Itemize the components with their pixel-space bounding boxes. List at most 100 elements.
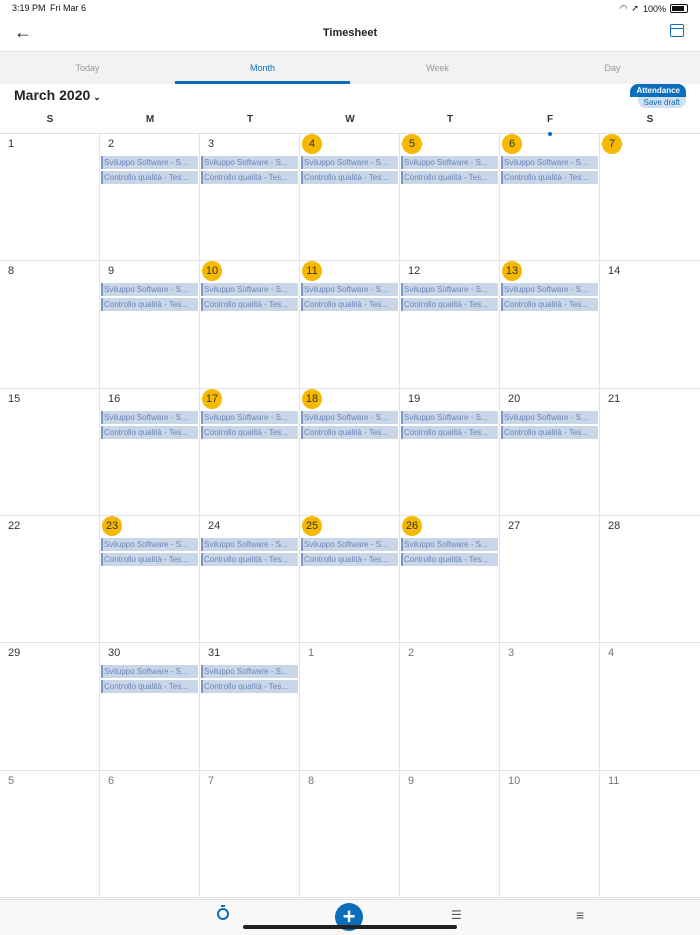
timesheet-entry[interactable]: Controllo qualità - Tes... xyxy=(101,552,198,566)
calendar-day-cell[interactable]: 1 xyxy=(0,134,100,261)
calendar-day-cell[interactable]: 3 xyxy=(500,643,600,770)
calendar-day-cell[interactable]: 7 xyxy=(600,134,700,260)
timesheet-entry[interactable]: Controllo qualità - Tes... xyxy=(301,425,398,439)
calendar-day-cell[interactable]: 21 xyxy=(600,389,700,515)
calendar-day-cell[interactable]: 17 Sviluppo Software - S... Controllo qual… xyxy=(200,388,300,515)
calendar-day-cell[interactable]: 27 xyxy=(500,515,600,643)
timesheet-entry[interactable]: Controllo qualità - Tes... xyxy=(101,171,198,184)
tab-month[interactable]: Month xyxy=(175,52,350,84)
calendar-day-cell[interactable]: 8 xyxy=(300,770,400,897)
tab-day[interactable]: Day xyxy=(525,52,700,84)
timesheet-entry[interactable]: Sviluppo Software - S... xyxy=(101,665,198,679)
timesheet-entry[interactable]: Sviluppo Software - S... xyxy=(201,156,298,169)
timesheet-entry[interactable]: Controllo qualità - Tes... xyxy=(501,425,598,439)
calendar-day-cell[interactable]: 16 Sviluppo Software - S... Controllo qual… xyxy=(100,388,200,515)
list-icon[interactable]: ☰ xyxy=(451,908,462,922)
calendar-day-cell[interactable]: 7 xyxy=(200,770,300,897)
timesheet-entry[interactable]: Sviluppo Software - S... xyxy=(101,537,198,551)
calendar-day-cell[interactable]: 12 Sviluppo Software - S... Controllo qual… xyxy=(400,261,500,388)
timesheet-entry[interactable]: Sviluppo Software - S... xyxy=(101,283,198,297)
calendar-day-cell[interactable]: 9 xyxy=(400,770,500,897)
calendar-day-cell[interactable]: 15 xyxy=(0,388,100,515)
timesheet-entry[interactable]: Sviluppo Software - S... xyxy=(201,537,298,551)
calendar-day-cell[interactable]: 2 xyxy=(400,643,500,770)
calendar-day-cell[interactable]: 5 Sviluppo Software - S... Controllo quali… xyxy=(400,134,500,261)
day-number: 11 xyxy=(608,774,620,787)
timesheet-entry[interactable]: Sviluppo Software - S... xyxy=(201,410,298,424)
timesheet-entry[interactable]: Controllo qualità - Tes... xyxy=(501,171,598,184)
timesheet-entry[interactable]: Controllo qualità - Tes... xyxy=(101,425,198,439)
timesheet-entry[interactable]: Controllo qualità - Tes... xyxy=(201,171,298,184)
calendar-day-cell[interactable]: 9 Sviluppo Software - S... Controllo quali… xyxy=(100,261,200,388)
calendar-day-cell[interactable]: 11 xyxy=(600,771,700,897)
calendar-day-cell[interactable]: 29 xyxy=(0,643,100,770)
timesheet-entry[interactable]: Controllo qualità - Tes... xyxy=(201,680,298,694)
calendar-day-cell[interactable]: 13 Sviluppo Software - S... Controllo qual… xyxy=(500,261,600,388)
attendance-badge[interactable]: Attendance xyxy=(630,84,686,97)
tab-today[interactable]: Today xyxy=(0,52,175,84)
calendar-day-cell[interactable]: 30 Sviluppo Software - S... Controllo qual… xyxy=(100,643,200,770)
timesheet-entry[interactable]: Sviluppo Software - S... xyxy=(501,283,598,297)
calendar-day-cell[interactable]: 4 Sviluppo Software - S... Controllo quali… xyxy=(300,134,400,261)
calendar-icon[interactable] xyxy=(670,24,684,37)
calendar-day-cell[interactable]: 6 xyxy=(100,770,200,897)
timesheet-entry[interactable]: Sviluppo Software - S... xyxy=(301,410,398,424)
timesheet-entry[interactable]: Sviluppo Software - S... xyxy=(401,283,498,297)
timesheet-entry[interactable]: Controllo qualità - Tes... xyxy=(401,171,498,184)
timesheet-entry[interactable]: Sviluppo Software - S... xyxy=(501,156,598,169)
timesheet-entry[interactable]: Sviluppo Software - S... xyxy=(201,283,298,297)
timesheet-entry[interactable]: Controllo qualità - Tes... xyxy=(401,298,498,312)
timesheet-entry[interactable]: Sviluppo Software - S... xyxy=(301,537,398,551)
timesheet-entry[interactable]: Controllo qualità - Tes... xyxy=(201,298,298,312)
calendar-day-cell[interactable]: 25 Sviluppo Software - S... Controllo qual… xyxy=(300,515,400,643)
calendar-day-cell[interactable]: 5 xyxy=(0,770,100,897)
day-number: 23 xyxy=(102,515,122,536)
stopwatch-icon[interactable] xyxy=(217,905,229,920)
timesheet-entry[interactable]: Sviluppo Software - S... xyxy=(401,410,498,424)
calendar-day-cell[interactable]: 31 Sviluppo Software - S... Controllo qual… xyxy=(200,643,300,770)
calendar-day-cell[interactable]: 1 xyxy=(300,643,400,770)
timesheet-entry[interactable]: Controllo qualità - Tes... xyxy=(301,552,398,566)
timesheet-entry[interactable]: Sviluppo Software - S... xyxy=(101,156,198,169)
calendar-day-cell[interactable]: 24 Sviluppo Software - S... Controllo qual… xyxy=(200,515,300,643)
calendar-day-cell[interactable]: 8 xyxy=(0,261,100,388)
timesheet-entry[interactable]: Sviluppo Software - S... xyxy=(301,283,398,297)
calendar-day-cell[interactable]: 22 xyxy=(0,515,100,643)
calendar-day-cell[interactable]: 11 Sviluppo Software - S... Controllo qual… xyxy=(300,261,400,388)
timesheet-entry[interactable]: Controllo qualità - Tes... xyxy=(101,680,198,694)
timesheet-entry[interactable]: Controllo qualità - Tes... xyxy=(201,425,298,439)
calendar-day-cell[interactable]: 4 xyxy=(600,643,700,769)
timesheet-entry[interactable]: Controllo qualità - Tes... xyxy=(501,298,598,312)
calendar-day-cell[interactable]: 26 Sviluppo Software - S... Controllo qual… xyxy=(400,515,500,643)
calendar-day-cell[interactable]: 19 Sviluppo Software - S... Controllo qual… xyxy=(400,388,500,515)
month-selector[interactable]: March 2020 ⌄ xyxy=(14,87,101,103)
day-number: 19 xyxy=(408,392,421,405)
timesheet-entry[interactable]: Sviluppo Software - S... xyxy=(201,665,298,679)
timesheet-entry[interactable]: Controllo qualità - Tes... xyxy=(401,552,498,566)
calendar-day-cell[interactable]: 18 Sviluppo Software - S... Controllo qual… xyxy=(300,388,400,515)
timesheet-entry[interactable]: Controllo qualità - Tes... xyxy=(401,425,498,439)
tab-week[interactable]: Week xyxy=(350,52,525,84)
calendar-day-cell[interactable]: 10 xyxy=(500,770,600,897)
calendar-day-cell[interactable]: 28 xyxy=(600,516,700,642)
calendar-day-cell[interactable]: 3 Sviluppo Software - S... Controllo quali… xyxy=(200,134,300,261)
calendar-day-cell[interactable]: 14 xyxy=(600,261,700,387)
timesheet-entry[interactable]: Sviluppo Software - S... xyxy=(401,537,498,551)
calendar-day-cell[interactable]: 6 Sviluppo Software - S... Controllo quali… xyxy=(500,134,600,261)
timesheet-entry[interactable]: Controllo qualità - Tes... xyxy=(301,171,398,184)
calendar-day-cell[interactable]: 20 Sviluppo Software - S... Controllo qual… xyxy=(500,388,600,515)
timesheet-entry[interactable]: Controllo qualità - Tes... xyxy=(101,298,198,312)
status-date: Fri Mar 6 xyxy=(50,3,86,13)
timesheet-entry[interactable]: Sviluppo Software - S... xyxy=(101,410,198,424)
timesheet-entry[interactable]: Sviluppo Software - S... xyxy=(501,410,598,424)
calendar-day-cell[interactable]: 10 Sviluppo Software - S... Controllo qual… xyxy=(200,261,300,388)
menu-icon[interactable]: ≡ xyxy=(576,907,584,923)
timesheet-entry[interactable]: Controllo qualità - Tes... xyxy=(201,552,298,566)
timesheet-entry[interactable]: Controllo qualità - Tes... xyxy=(301,298,398,312)
timesheet-entry[interactable]: Sviluppo Software - S... xyxy=(401,156,498,169)
timesheet-entry[interactable]: Sviluppo Software - S... xyxy=(301,156,398,169)
day-number: 17 xyxy=(202,388,222,409)
day-number: 4 xyxy=(608,647,615,660)
calendar-day-cell[interactable]: 23 Sviluppo Software - S... Controllo qual… xyxy=(100,515,200,643)
calendar-day-cell[interactable]: 2 Sviluppo Software - S... Controllo quali… xyxy=(100,134,200,261)
